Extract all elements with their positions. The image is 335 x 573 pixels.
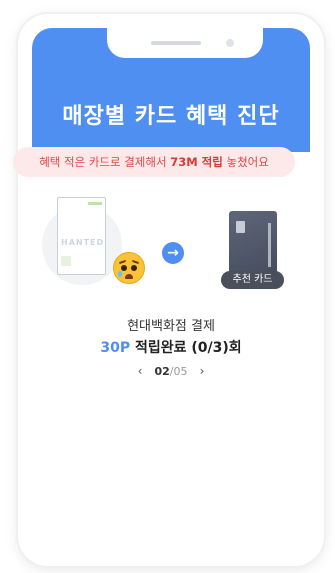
earn-count: 적립완료 (0/3)회 <box>134 340 242 356</box>
earn-status: 30P 적립완료 (0/3)회 <box>18 337 324 357</box>
alert-prefix: 혜택 적은 카드로 결제해서 <box>39 155 171 169</box>
missed-benefit-alert: 혜택 적은 카드로 결제해서 73M 적립 놓쳤어요 <box>13 147 295 177</box>
chevron-right-icon[interactable]: › <box>191 364 213 378</box>
current-card-brand: HANTED <box>61 238 105 247</box>
card-stripe <box>268 223 271 267</box>
store-name: 현대백화점 결제 <box>127 319 215 334</box>
page-title: 매장별 카드 혜택 진단 <box>62 104 280 129</box>
current-card-image: HANTED <box>57 197 106 275</box>
alert-suffix: 놓쳤어요 <box>222 155 269 169</box>
crying-face-icon <box>113 252 145 284</box>
pager-current: 02 <box>154 365 170 378</box>
recommended-card-badge: 추천 카드 <box>221 271 284 289</box>
phone-frame: 매장별 카드 혜택 진단 <box>18 14 324 566</box>
card-corner-mark <box>88 202 102 205</box>
alert-amount: 73M 적립 <box>170 155 223 169</box>
card-chip-icon <box>61 256 71 266</box>
pager-total: 05 <box>173 365 188 378</box>
speaker-icon <box>151 41 201 45</box>
header: 매장별 카드 혜택 진단 <box>32 28 310 152</box>
camera-icon <box>226 39 234 47</box>
phone-notch <box>107 28 263 58</box>
points-value: 30P <box>100 340 131 356</box>
recommended-card-image[interactable] <box>229 211 277 277</box>
card-chip-icon <box>236 221 245 233</box>
pager: ‹ 02/05 › <box>18 364 324 378</box>
chevron-left-icon[interactable]: ‹ <box>129 364 151 378</box>
arrow-right-icon: → <box>162 242 184 264</box>
